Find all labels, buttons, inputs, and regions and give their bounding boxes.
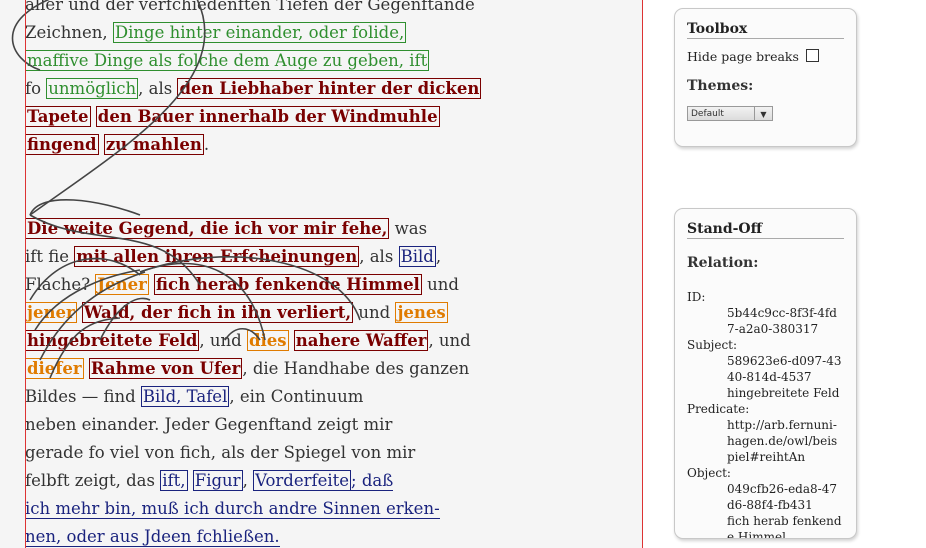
- annotation-span[interactable]: ift,: [160, 470, 188, 491]
- text-run: [91, 107, 96, 126]
- id-label: ID:: [687, 290, 706, 304]
- annotation-span[interactable]: den Liebhaber hinter der dicken: [177, 78, 482, 99]
- toolbox-title: Toolbox: [687, 21, 844, 39]
- annotation-span[interactable]: mit allen ihren Erfcheinungen: [74, 246, 360, 267]
- annotation-span[interactable]: Bild: [398, 246, 436, 267]
- themes-label: Themes:: [687, 78, 754, 94]
- annotation-span[interactable]: fingend: [25, 134, 99, 155]
- text-line: Die weite Gegend, die ich vor mir fehe, …: [25, 216, 427, 242]
- id-value: 5b44c9cc-8f3f-4fd7-a2a0-380317: [727, 306, 837, 336]
- text-run: , als: [359, 247, 399, 266]
- predicate-value[interactable]: http://arb.fernuni-hagen.de/owl/beispiel…: [687, 417, 844, 465]
- text-run: Bildes — find: [25, 387, 141, 406]
- text-run: ,: [242, 471, 254, 490]
- text-run: und: [421, 275, 459, 294]
- relation-label: Relation:: [687, 255, 759, 271]
- annotation-span[interactable]: Dinge hinter einander, oder folide,: [112, 22, 407, 43]
- text-run: neben einander. Jeder Gegenftand zeigt m…: [25, 415, 393, 434]
- theme-select-value: Default: [691, 109, 724, 119]
- text-run: was: [389, 219, 428, 238]
- text-run: fo: [25, 79, 47, 98]
- text-line: fo unmöglich, als den Liebhaber hinter d…: [25, 76, 482, 102]
- text-line: jener Wald, der fich in ihn verliert, un…: [25, 300, 448, 326]
- object-label: Object:: [687, 466, 731, 480]
- object-text: fich herab fenkende Himmel: [727, 514, 842, 539]
- chevron-down-icon[interactable]: ▼: [754, 107, 772, 120]
- text-line: maffive Dinge als folche dem Auge zu geb…: [25, 48, 430, 74]
- text-line: Bildes — find Bild, Tafel, ein Continuum: [25, 384, 363, 410]
- text-run: gerade fo viel von fich, als der Spiegel…: [25, 443, 416, 462]
- text-line: hingebreitete Feld, und dies nahere Waff…: [25, 328, 471, 354]
- text-run: ,: [435, 247, 442, 266]
- left-margin-line: [25, 0, 26, 548]
- text-run: [188, 471, 193, 490]
- text-run: ift fie: [25, 247, 75, 266]
- text-run: [289, 331, 294, 350]
- text-line: Zeichnen, Dinge hinter einander, oder fo…: [25, 20, 407, 46]
- text-line: Tapete den Bauer innerhalb der Windmuhle: [25, 104, 440, 130]
- annotation-span[interactable]: zu mahlen: [103, 134, 204, 155]
- annotation-span[interactable]: Figur: [192, 470, 243, 491]
- annotation-span[interactable]: den Bauer innerhalb der Windmuhle: [95, 106, 440, 127]
- text-line: felbft zeigt, das ift, Figur, Vorderfeit…: [25, 468, 394, 494]
- annotation-span[interactable]: unmöglich: [46, 78, 139, 99]
- annotation-span[interactable]: nahere Waffer: [293, 330, 429, 351]
- annotation-span[interactable]: jenes: [395, 302, 448, 323]
- annotation-span[interactable]: Tapete: [25, 106, 91, 127]
- subject-value: 589623e6-d097-4340-814d-4537: [727, 354, 842, 384]
- annotation-span[interactable]: dies: [246, 330, 289, 351]
- annotation-span[interactable]: Bild, Tafel: [140, 386, 230, 407]
- text-line: ich mehr bin, muß ich durch andre Sinnen…: [25, 496, 440, 522]
- text-run: felbft zeigt, das: [25, 471, 161, 490]
- annotation-span[interactable]: maffive Dinge als folche dem Auge zu geb…: [25, 50, 430, 71]
- annotation-span[interactable]: Vorderfeite: [253, 470, 352, 491]
- annotation-span[interactable]: hingebreitete Feld: [25, 330, 200, 351]
- text-line: fingend zu mahlen.: [25, 132, 209, 158]
- text-line: Flache? Jener fich herab fenkende Himmel…: [25, 272, 459, 298]
- text-run: aller und der verfchiedenften Tiefen der…: [25, 0, 475, 14]
- text-run: , ein Continuum: [229, 387, 364, 406]
- text-line: diefer Rahme von Ufer, die Handhabe des …: [25, 356, 469, 382]
- annotation-span[interactable]: Jener: [95, 274, 149, 295]
- subject-label: Subject:: [687, 338, 738, 352]
- annotation-span[interactable]: fich herab fenkende Himmel: [154, 274, 422, 295]
- annotation-span[interactable]: jener: [25, 302, 77, 323]
- subject-text: hingebreitete Feld: [727, 386, 840, 400]
- toolbox-panel: Toolbox Hide page breaks Themes: Default…: [674, 8, 857, 147]
- annotation-span[interactable]: ich mehr bin, muß ich durch andre Sinnen…: [25, 499, 440, 519]
- document-view: aller und der verfchiedenften Tiefen der…: [0, 0, 643, 548]
- annotation-span[interactable]: Wald, der fich in ihn verliert,: [81, 302, 354, 323]
- theme-select[interactable]: Default ▼: [687, 106, 773, 121]
- text-run: .: [203, 135, 210, 154]
- standoff-panel: Stand-Off Relation: ID: 5b44c9cc-8f3f-4f…: [674, 208, 857, 539]
- right-page-edge: [642, 0, 643, 548]
- text-line: aller und der verfchiedenften Tiefen der…: [25, 0, 475, 18]
- text-line: nen, oder aus Jdeen fchließen.: [25, 524, 280, 548]
- annotation-span[interactable]: diefer: [25, 358, 84, 379]
- hide-page-breaks-checkbox[interactable]: [805, 49, 819, 62]
- text-run: und: [353, 303, 396, 322]
- standoff-title: Stand-Off: [687, 221, 844, 239]
- text-line: neben einander. Jeder Gegenftand zeigt m…: [25, 412, 392, 438]
- text-run: , und: [199, 331, 247, 350]
- text-line: gerade fo viel von fich, als der Spiegel…: [25, 440, 415, 466]
- annotation-span[interactable]: Die weite Gegend, die ich vor mir fehe,: [25, 218, 390, 239]
- text-run: , die Handhabe des ganzen: [242, 359, 470, 378]
- annotation-span[interactable]: Rahme von Ufer: [88, 358, 243, 379]
- annotation-span[interactable]: ; daß: [351, 471, 394, 491]
- text-run: Flache?: [25, 275, 96, 294]
- hide-page-breaks-row[interactable]: Hide page breaks: [687, 49, 844, 64]
- predicate-label: Predicate:: [687, 402, 750, 416]
- object-value: 049cfb26-eda8-47d6-88f4-fb431: [727, 482, 837, 512]
- text-run: , als: [138, 79, 178, 98]
- text-line: ift fie mit allen ihren Erfcheinungen, a…: [25, 244, 441, 270]
- text-run: Zeichnen,: [25, 23, 113, 42]
- relation-arrow: [29, 199, 141, 216]
- text-run: , und: [428, 331, 471, 350]
- annotation-span[interactable]: nen, oder aus Jdeen fchließen.: [25, 527, 280, 547]
- hide-page-breaks-label: Hide page breaks: [687, 49, 799, 64]
